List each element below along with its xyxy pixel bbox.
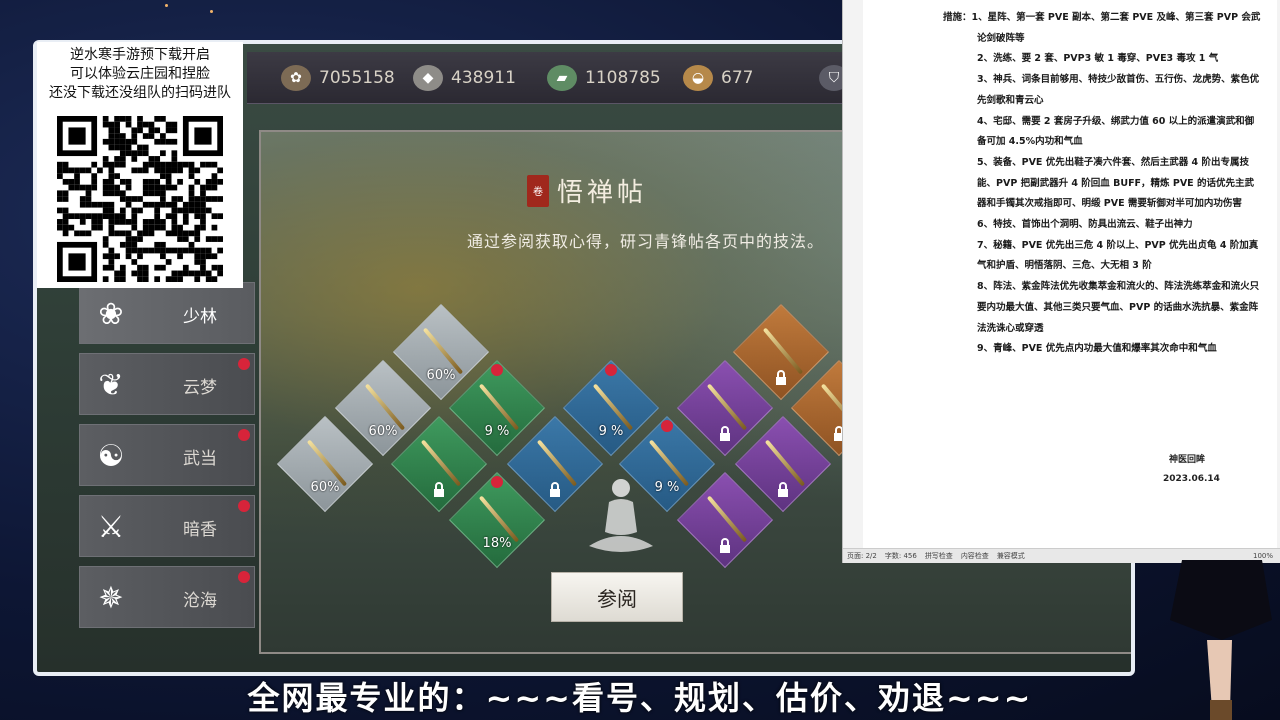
status-zoom[interactable]: 100% <box>1253 552 1280 560</box>
resource-value: 677 <box>721 68 754 88</box>
sect-item-3[interactable]: ⚔ 暗香 <box>79 495 255 557</box>
taiji-emblem-icon: ☯ <box>97 438 125 474</box>
status-spellcheck[interactable]: 拼写检查 <box>925 551 953 561</box>
scene-subtitle: 通过参阅获取心得，研习青锋帖各页中的技法。 <box>467 232 825 251</box>
sect-item-4[interactable]: ✵ 沧海 <box>79 566 255 628</box>
scene-title: 悟禅帖 <box>557 178 648 208</box>
sect-item-2[interactable]: ☯ 武当 <box>79 424 255 486</box>
lock-icon <box>720 426 730 441</box>
document-paragraph: 8、阵法、紫金阵法优先收集萃金和流火的、阵法洗练萃金和流火只要内功最大值、其他三… <box>977 281 1260 334</box>
qr-code-icon[interactable] <box>53 116 227 282</box>
lock-icon <box>778 482 788 497</box>
notification-dot <box>238 358 250 370</box>
notification-dot <box>238 571 250 583</box>
sect-label: 武当 <box>183 448 217 469</box>
skill-tile[interactable] <box>675 470 775 570</box>
resource-jade: ▰ 1108785 <box>547 64 661 92</box>
document-paragraph: 6、特技、首饰出个洞明、防具出流云、鞋子出神力 <box>977 219 1193 231</box>
resource-ingot: ◆ 438911 <box>413 64 516 92</box>
sect-item-0[interactable]: ❀ 少林 <box>79 282 255 344</box>
document-page[interactable]: 措施：1、星阵、第一套 PVE 副本、第二套 PVE 及峰、第三套 PVP 会武… <box>863 0 1277 548</box>
notification-dot <box>661 420 673 432</box>
lock-icon <box>550 482 560 497</box>
resource-coin: ✿ 7055158 <box>281 64 395 92</box>
promo-line: 可以体验云庄园和捏脸 <box>70 66 210 82</box>
gold-bowl-icon: ◒ <box>683 65 713 91</box>
wheel-emblem-icon: ✵ <box>98 580 124 616</box>
notification-dot <box>605 364 617 376</box>
status-wordcount: 字数: 456 <box>884 552 917 560</box>
status-content-check[interactable]: 内容检查 <box>961 551 989 561</box>
tile-progress: 60% <box>310 480 340 495</box>
document-date: 2023.06.14 <box>1163 474 1220 484</box>
lock-icon <box>776 370 786 385</box>
butterfly-emblem-icon: ❦ <box>98 367 124 403</box>
read-button[interactable]: 参阅 <box>551 572 683 622</box>
document-body: 措施：1、星阵、第一套 PVE 副本、第二套 PVE 及峰、第三套 PVP 会武… <box>943 8 1263 360</box>
scene-header: 卷 悟禅帖 <box>527 172 647 209</box>
document-paragraph: 2、洗练、要 2 套、PVP3 敏 1 毒穿、PVE3 毒攻 1 气 <box>977 53 1219 65</box>
document-paragraph: 4、宅邸、需要 2 套房子升级、绑武力值 60 以上的派遣演武和御备可加 4.5… <box>977 115 1255 148</box>
lock-icon <box>720 538 730 553</box>
lock-icon <box>434 482 444 497</box>
skill-tile[interactable]: 60% <box>275 414 375 514</box>
coin-icon: ✿ <box>281 65 311 91</box>
resource-value: 1108785 <box>585 68 661 88</box>
jade-icon: ▰ <box>547 65 577 91</box>
shaolin-emblem-icon: ❀ <box>98 296 124 332</box>
qr-promo-panel: 逆水寒手游预下载开启 可以体验云庄园和捏脸 还没下载还没组队的扫码进队 <box>37 42 243 288</box>
status-compat-mode: 兼容模式 <box>996 552 1025 560</box>
notification-dot <box>491 364 503 376</box>
status-page: 页面: 2/2 <box>847 552 877 560</box>
crossed-blades-emblem-icon: ⚔ <box>97 509 125 545</box>
promo-line: 还没下载还没组队的扫码进队 <box>49 85 231 101</box>
sect-label: 沧海 <box>183 590 217 611</box>
document-editor: 措施：1、星阵、第一套 PVE 副本、第二套 PVE 及峰、第三套 PVP 会武… <box>842 0 1280 563</box>
document-signature: 神医回眸 <box>1169 455 1206 465</box>
tile-progress: 18% <box>482 536 512 551</box>
document-paragraph: 3、神兵、词条目前够用、特技少敌首伤、五行伤、龙虎势、紫色优先剑歌和青云心 <box>977 74 1260 106</box>
document-paragraph: 措施：1、星阵、第一套 PVE 副本、第二套 PVE 及峰、第三套 PVP 会武… <box>943 12 1261 44</box>
meditating-figure-icon <box>589 479 653 552</box>
notification-dot <box>238 500 250 512</box>
document-paragraph: 9、青峰、PVE 优先点内功最大值和爆率其次命中和气血 <box>977 343 1217 355</box>
red-seal: 卷 <box>527 174 549 207</box>
document-paragraph: 5、装备、PVE 优先出鞋子凑六件套、然后主武器 4 阶出专属技能、PVP 把副… <box>977 156 1254 210</box>
background-star <box>165 4 168 7</box>
notification-dot <box>238 429 250 441</box>
sect-label: 暗香 <box>183 519 217 540</box>
sect-label: 少林 <box>183 306 217 327</box>
promo-line: 逆水寒手游预下载开启 <box>70 47 210 63</box>
resource-gold-bowl: ◒ 677 <box>683 64 753 92</box>
ingot-icon: ◆ <box>413 65 443 91</box>
sect-item-1[interactable]: ❦ 云梦 <box>79 353 255 415</box>
bottom-banner: 全网最专业的：~~~看号、规划、估价、劝退~~~ <box>247 679 1033 717</box>
notification-dot <box>491 476 503 488</box>
document-paragraph: 7、秘籍、PVE 优先出三危 4 阶以上、PVP 优先出贞龟 4 阶加真气和护盾… <box>977 239 1259 272</box>
resource-value: 438911 <box>451 68 516 88</box>
background-star <box>210 10 213 13</box>
resource-value: 7055158 <box>319 68 395 88</box>
sect-label: 云梦 <box>183 377 217 398</box>
